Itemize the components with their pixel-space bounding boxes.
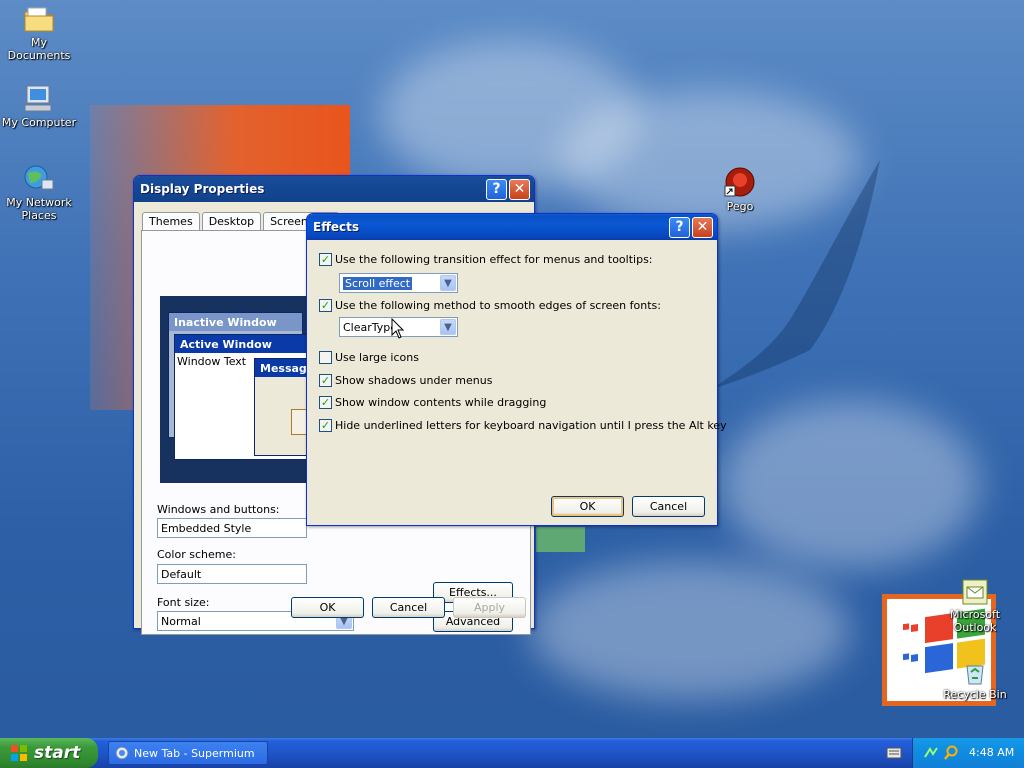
font-size-value: Normal	[161, 614, 201, 628]
mouse-pointer-icon	[391, 318, 405, 339]
pego-shortcut-icon	[724, 167, 755, 197]
close-button[interactable]: ✕	[692, 216, 713, 238]
desktop-icon-my-network-places[interactable]: My Network Places	[0, 164, 78, 222]
desktop-icon-label: My Network Places	[6, 196, 72, 222]
wallpaper-cloud	[720, 400, 980, 570]
preview-message-box: Message	[254, 358, 310, 456]
transition-effect-combo[interactable]: Scroll effect ▼	[339, 273, 458, 293]
effects-dialog[interactable]: Effects ? ✕ ✓ Use the following transiti…	[306, 213, 727, 526]
cancel-button[interactable]: Cancel	[372, 597, 445, 618]
checkbox-checked-icon: ✓	[319, 374, 332, 387]
wallpaper-green-patch	[536, 527, 585, 552]
taskbar-item-browser[interactable]: New Tab - Supermium	[108, 741, 268, 765]
ok-button[interactable]: OK	[291, 597, 364, 618]
desktop-icon-my-computer[interactable]: My Computer	[0, 84, 78, 129]
effects-titlebar[interactable]: Effects ? ✕	[307, 214, 717, 240]
browser-icon	[115, 746, 129, 760]
display-properties-titlebar[interactable]: Display Properties ? ✕	[134, 176, 534, 202]
smooth-fonts-value: ClearType	[343, 320, 398, 334]
preview-message-button	[291, 409, 307, 435]
apply-button[interactable]: Apply	[453, 597, 526, 618]
desktop-icon-my-documents[interactable]: My Documents	[0, 4, 78, 62]
start-label: start	[34, 743, 81, 763]
chevron-down-icon[interactable]: ▼	[440, 275, 456, 291]
windows-logo-icon	[11, 745, 27, 761]
ok-button[interactable]: OK	[551, 496, 624, 517]
taskbar-item-label: New Tab - Supermium	[134, 746, 255, 760]
color-scheme-combo[interactable]: Default	[157, 564, 307, 584]
desktop-icon-label: Microsoft Outlook	[949, 608, 1001, 634]
tab-themes[interactable]: Themes	[142, 212, 200, 231]
preview-message-title: Message	[255, 359, 309, 377]
checkbox-label: Show shadows under menus	[335, 374, 493, 387]
menu-shadows-checkbox[interactable]: ✓ Show shadows under menus	[319, 374, 492, 387]
outlook-icon	[962, 579, 988, 605]
color-scheme-label: Color scheme:	[157, 548, 236, 561]
appearance-preview: Inactive Window Active Window Window Tex…	[160, 296, 310, 483]
dialog-title: Effects	[313, 220, 360, 234]
windows-buttons-label: Windows and buttons:	[157, 503, 280, 516]
cancel-button[interactable]: Cancel	[632, 496, 705, 517]
checkbox-label: Hide underlined letters for keyboard nav…	[335, 419, 727, 432]
desktop-icon-microsoft-outlook[interactable]: Microsoft Outlook	[936, 578, 1014, 634]
checkbox-label: Use the following transition effect for …	[335, 253, 653, 266]
checkbox-checked-icon: ✓	[319, 396, 332, 409]
keyboard-icon[interactable]	[886, 746, 902, 760]
chevron-down-icon[interactable]: ▼	[440, 319, 456, 335]
network-places-icon	[24, 165, 54, 190]
start-button[interactable]: start	[0, 738, 98, 768]
hide-underlines-checkbox[interactable]: ✓ Hide underlined letters for keyboard n…	[319, 419, 727, 432]
checkbox-checked-icon: ✓	[319, 253, 332, 266]
checkbox-label: Use large icons	[335, 351, 419, 364]
font-size-label: Font size:	[157, 596, 210, 609]
desktop-icon-label: Recycle Bin	[943, 688, 1007, 701]
wallpaper-cloud	[530, 560, 850, 700]
taskbar: start New Tab - Supermium 4:48 AM	[0, 738, 1024, 768]
checkbox-label: Use the following method to smooth edges…	[335, 299, 661, 312]
tab-desktop[interactable]: Desktop	[201, 212, 262, 231]
checkbox-checked-icon: ✓	[319, 299, 332, 312]
transition-effect-value: Scroll effect	[343, 276, 413, 290]
clock[interactable]: 4:48 AM	[969, 746, 1014, 759]
recycle-bin-icon	[966, 665, 984, 685]
folder-icon	[24, 7, 54, 32]
system-tray: 4:48 AM	[912, 738, 1024, 768]
desktop-icon-pego[interactable]: Pego	[701, 166, 779, 213]
color-scheme-value: Default	[161, 567, 202, 581]
close-button[interactable]: ✕	[509, 178, 530, 200]
checkbox-checked-icon: ✓	[319, 419, 332, 432]
desktop-icon-label: My Computer	[1, 116, 77, 129]
checkbox-label: Show window contents while dragging	[335, 396, 547, 409]
computer-icon	[24, 85, 52, 112]
help-button[interactable]: ?	[669, 216, 690, 238]
desktop-icon-recycle-bin[interactable]: Recycle Bin	[936, 660, 1014, 701]
windows-buttons-value: Embedded Style	[161, 521, 252, 535]
desktop-icon-label: My Documents	[7, 36, 71, 62]
transition-effect-checkbox[interactable]: ✓ Use the following transition effect fo…	[319, 253, 653, 266]
search-icon[interactable]	[943, 745, 959, 761]
preview-inactive-title: Inactive Window	[169, 313, 302, 331]
large-icons-checkbox[interactable]: Use large icons	[319, 351, 419, 364]
checkbox-unchecked-icon	[319, 351, 332, 364]
windows-buttons-combo[interactable]: Embedded Style	[157, 518, 307, 538]
preview-active-title: Active Window	[175, 335, 309, 353]
window-contents-checkbox[interactable]: ✓ Show window contents while dragging	[319, 396, 546, 409]
window-title: Display Properties	[140, 182, 265, 196]
desktop-icon-label: Pego	[726, 200, 754, 213]
help-button[interactable]: ?	[486, 178, 507, 200]
smooth-fonts-checkbox[interactable]: ✓ Use the following method to smooth edg…	[319, 299, 661, 312]
network-tray-icon[interactable]	[923, 745, 939, 761]
